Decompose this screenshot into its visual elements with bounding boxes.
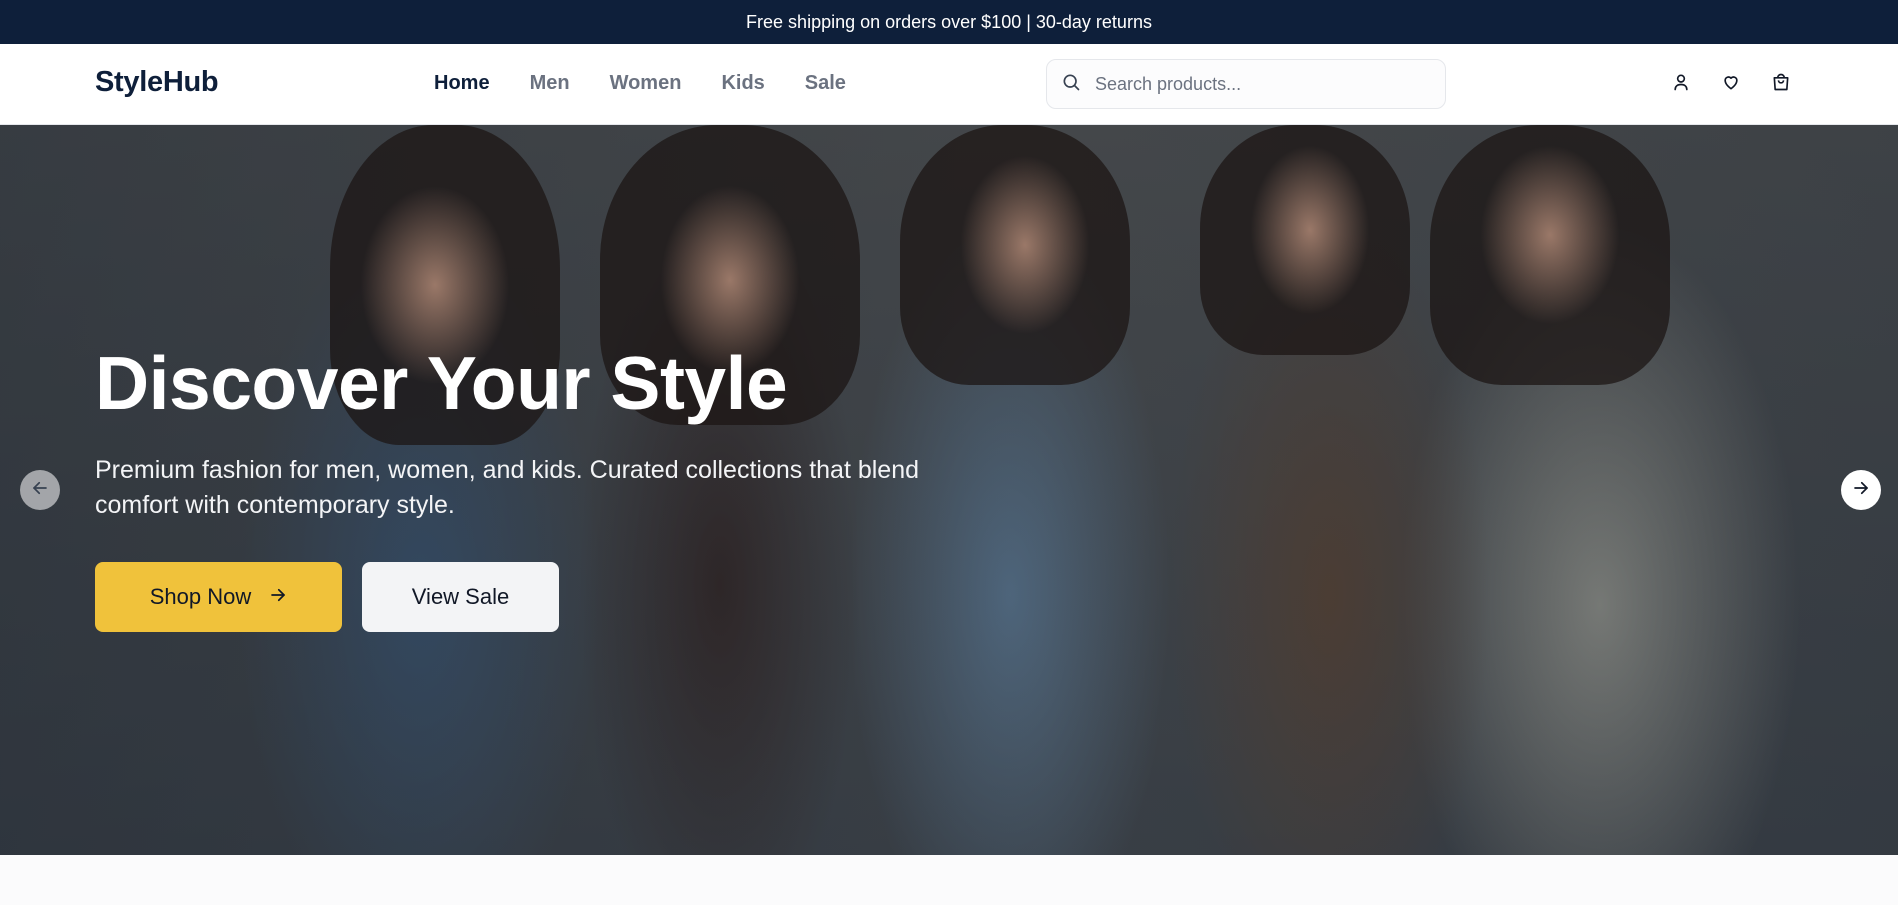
shop-now-label: Shop Now [149,584,252,609]
nav-item-home[interactable]: Home [434,72,490,95]
brand-logo[interactable]: StyleHub [95,66,219,99]
announcement-bar: Free shipping on orders over $100 | 30-d… [0,0,1898,44]
view-sale-button[interactable]: View Sale [362,562,559,632]
shop-now-button[interactable]: Shop Now [95,562,342,632]
main-nav: Home Men Women Kids Sale [434,72,846,95]
arrow-right-icon [269,584,287,610]
hero-subtitle: Premium fashion for men, women, and kids… [95,456,920,519]
site-header: StyleHub Home Men Women Kids Sale [0,44,1898,125]
nav-item-sale[interactable]: Sale [805,72,846,95]
nav-item-kids[interactable]: Kids [721,72,764,95]
hero-title: Discover Your Style [95,341,788,425]
nav-item-women[interactable]: Women [610,72,682,95]
header-icons [1671,71,1791,93]
arrow-right-icon [1852,479,1870,502]
nav-item-men[interactable]: Men [530,72,570,95]
heart-icon[interactable] [1721,71,1741,93]
carousel-next-button[interactable] [1841,470,1881,510]
search-icon [1061,72,1081,97]
search-input[interactable] [1095,73,1425,95]
announcement-text: Free shipping on orders over $100 | 30-d… [746,11,1152,32]
arrow-left-icon [31,479,49,502]
view-sale-label: View Sale [411,584,510,609]
carousel-prev-button[interactable] [20,470,60,510]
page-content-area [0,855,1898,905]
user-icon[interactable] [1671,71,1691,93]
shopping-bag-icon[interactable] [1771,71,1791,93]
search-box [1046,59,1446,109]
hero-banner: Discover Your Style Premium fashion for … [0,125,1898,855]
